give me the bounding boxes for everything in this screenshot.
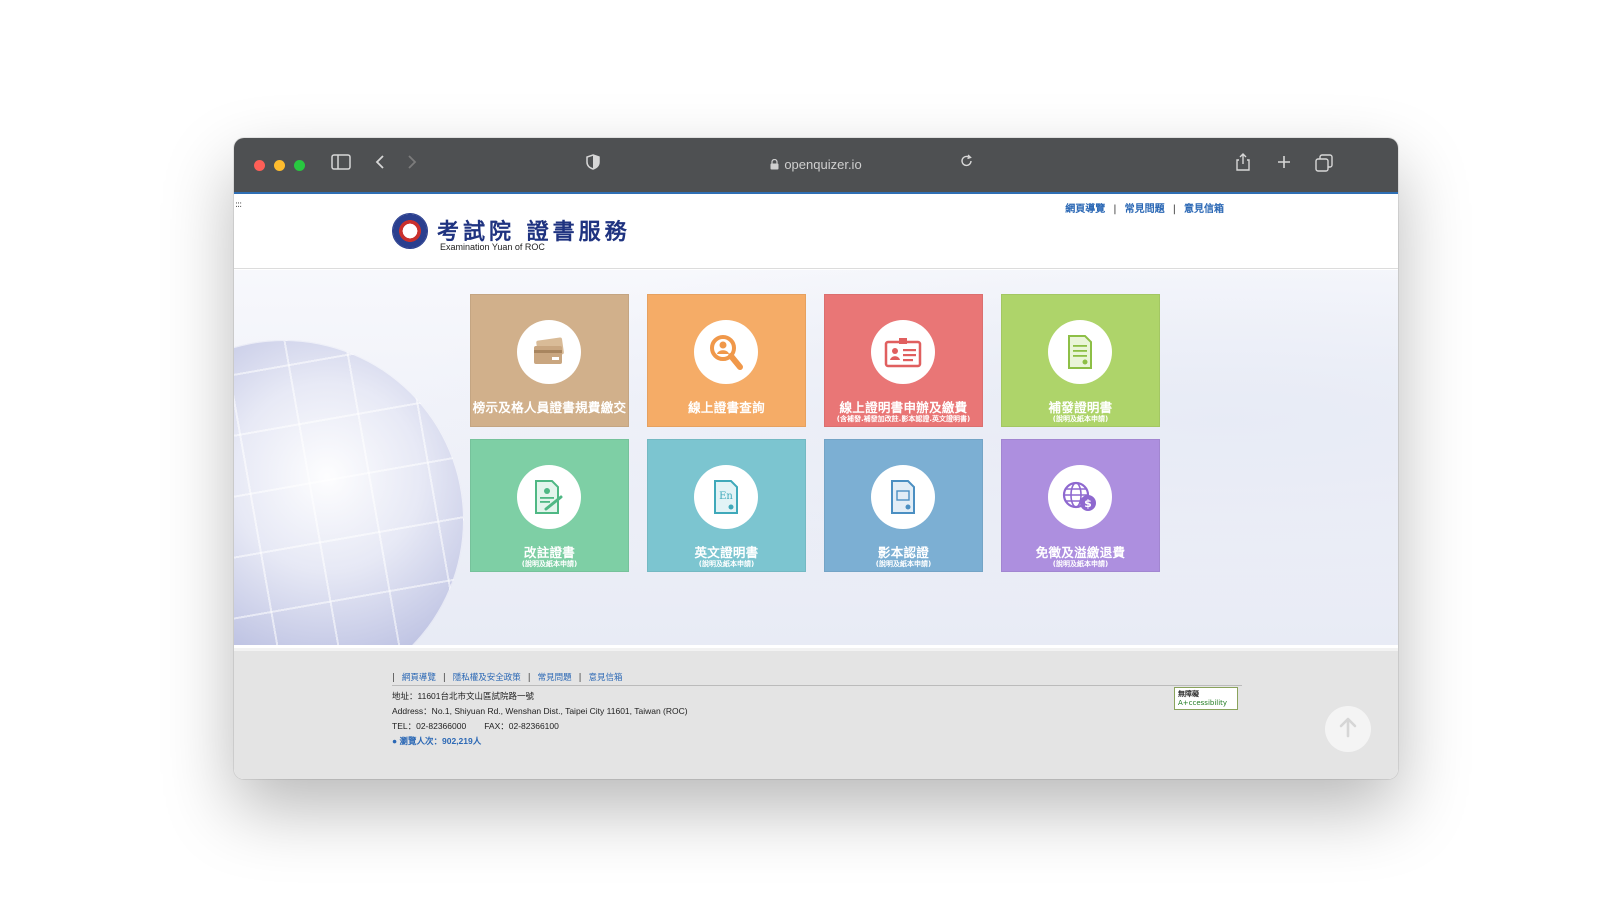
- footer-address-en: Address：No.1, Shiyuan Rd., Wenshan Dist.…: [392, 706, 688, 716]
- top-link-faq[interactable]: 常見問題: [1125, 204, 1165, 215]
- site-logo-subtitle: Examination Yuan of ROC: [440, 242, 545, 252]
- share-icon[interactable]: [1235, 152, 1251, 172]
- separator: |: [442, 673, 446, 683]
- footer-link-privacy[interactable]: 隱私權及安全政策: [453, 673, 521, 683]
- tile-certificate-fee-payment[interactable]: 榜示及格人員證書規費繳交: [470, 294, 629, 427]
- tile-amend-certificate[interactable]: 改註證書 (說明及紙本申請): [470, 439, 629, 572]
- url-text: openquizer.io: [784, 157, 862, 172]
- tile-online-application-payment[interactable]: 線上證明書申辦及繳費 (含補發.補發加改註.影本認證.英文證明書): [824, 294, 983, 427]
- top-link-feedback[interactable]: 意見信箱: [1184, 204, 1224, 215]
- footer-link-sitemap[interactable]: 網頁導覽: [402, 673, 436, 683]
- english-document-icon: En: [694, 465, 758, 529]
- service-tiles: 榜示及格人員證書規費繳交 線上證書查詢 線上證明書申辦及繳費 (含補發.補發加改…: [470, 294, 1165, 572]
- lock-icon: [770, 158, 779, 173]
- examination-yuan-seal-icon[interactable]: [392, 213, 428, 249]
- footer-tel: TEL：02-82366000: [392, 721, 467, 731]
- separator: |: [1113, 204, 1117, 215]
- id-card-icon: [871, 320, 935, 384]
- tile-sublabel: (說明及紙本申請): [521, 560, 578, 568]
- separator: |: [527, 673, 531, 683]
- separator: |: [1172, 204, 1176, 215]
- tile-fee-exemption-refund[interactable]: $ 免徵及溢繳退費 (說明及紙本申請): [1001, 439, 1160, 572]
- tile-sublabel: (說明及紙本申請): [1052, 560, 1109, 568]
- tile-sublabel: (說明及紙本申請): [1052, 415, 1109, 423]
- back-to-top-button[interactable]: [1325, 706, 1371, 752]
- footer-link-faq[interactable]: 常見問題: [538, 673, 572, 683]
- footer-divider: [392, 685, 1242, 686]
- reload-icon[interactable]: [960, 154, 973, 168]
- credit-card-icon: [517, 320, 581, 384]
- top-nav: 網頁導覽 | 常見問題 | 意見信箱: [1065, 200, 1224, 215]
- tile-copy-authentication[interactable]: 影本認證 (說明及紙本申請): [824, 439, 983, 572]
- tile-english-certificate[interactable]: En 英文證明書 (說明及紙本申請): [647, 439, 806, 572]
- edit-certificate-icon: [517, 465, 581, 529]
- new-tab-icon[interactable]: [1276, 154, 1292, 170]
- top-link-sitemap[interactable]: 網頁導覽: [1065, 204, 1105, 215]
- site-footer: | 網頁導覽 | 隱私權及安全政策 | 常見問題 | 意見信箱 地址：11601台北市文山區試…: [234, 648, 1398, 779]
- site-header: ::: 考試院 證書服務 Examination Yuan of ROC 網頁導…: [234, 196, 1398, 269]
- tab-overview-icon[interactable]: [1315, 154, 1333, 172]
- tile-sublabel: (說明及紙本申請): [698, 560, 755, 568]
- badge-label: 無障礙: [1178, 690, 1199, 698]
- arrow-up-icon: [1336, 715, 1360, 743]
- svg-text:$: $: [1084, 497, 1092, 510]
- tile-sublabel: (說明及紙本申請): [875, 560, 932, 568]
- globe-money-icon: $: [1048, 465, 1112, 529]
- tile-reissue-certificate[interactable]: 補發證明書 (說明及紙本申請): [1001, 294, 1160, 427]
- separator: |: [392, 673, 395, 683]
- browser-toolbar: openquizer.io: [234, 138, 1398, 194]
- tile-sublabel: (含補發.補發加改註.影本認證.英文證明書): [836, 415, 971, 423]
- web-page: ::: 考試院 證書服務 Examination Yuan of ROC 網頁導…: [234, 196, 1398, 779]
- visit-counter: ● 瀏覽人次：902,219人: [392, 736, 482, 746]
- separator: |: [578, 673, 582, 683]
- accessibility-badge[interactable]: 無障礙 A+ccessibility: [1174, 687, 1238, 710]
- footer-link-feedback[interactable]: 意見信箱: [589, 673, 623, 683]
- footer-address-zh: 地址：11601台北市文山區試院路一號: [392, 691, 535, 701]
- document-icon: [1048, 320, 1112, 384]
- badge-sublabel: A+ccessibility: [1178, 699, 1228, 707]
- tile-label: 線上證書查詢: [688, 400, 765, 415]
- tile-label: 榜示及格人員證書規費繳交: [472, 400, 627, 415]
- footer-fax: FAX：02-82366100: [484, 721, 559, 731]
- footer-nav: | 網頁導覽 | 隱私權及安全政策 | 常見問題 | 意見信箱: [392, 671, 623, 683]
- copy-document-icon: [871, 465, 935, 529]
- tile-online-certificate-query[interactable]: 線上證書查詢: [647, 294, 806, 427]
- magnifier-user-icon: [694, 320, 758, 384]
- address-bar[interactable]: openquizer.io: [234, 157, 1398, 173]
- browser-window: openquizer.io ::: 考試院 證書服務 Examination Y…: [234, 138, 1398, 779]
- skip-link[interactable]: :::: [235, 200, 242, 210]
- footer-contact: TEL：02-82366000 FAX：02-82366100: [392, 720, 559, 732]
- svg-text:En: En: [719, 491, 733, 502]
